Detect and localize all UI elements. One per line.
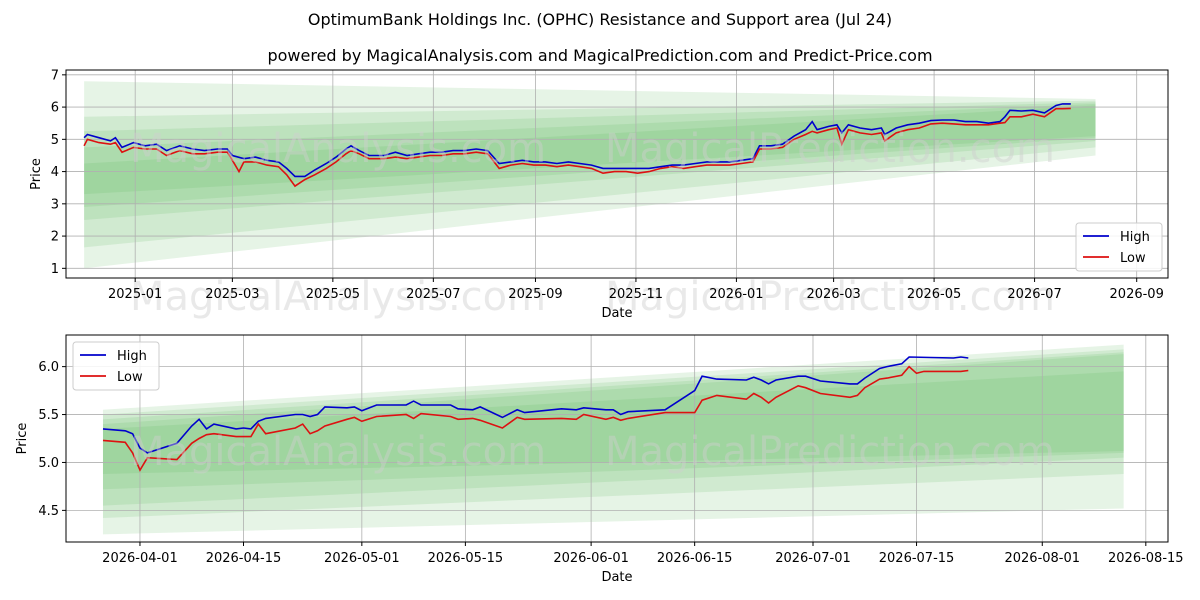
x-tick-label: 2026-08-01 [1004, 551, 1080, 566]
y-tick-label: 1 [51, 262, 59, 277]
y-axis-label: Price [15, 423, 30, 455]
y-tick-label: 6.0 [38, 360, 59, 375]
x-tick-label: 2025-07 [406, 287, 460, 302]
y-tick-label: 2 [51, 230, 59, 245]
x-tick-label: 2025-11 [609, 287, 663, 302]
panel-2: MagicalAnalysis.com MagicalPrediction.com… [15, 334, 1184, 585]
x-tick-label: 2026-04-01 [102, 551, 178, 566]
x-tick-label: 2026-07 [1007, 287, 1061, 302]
legend-label-low: Low [117, 370, 143, 385]
watermark-text: MagicalAnalysis.com [130, 429, 546, 475]
panel-1: MagicalAnalysis.com MagicalPrediction.com… [29, 68, 1169, 321]
y-tick-label: 7 [51, 68, 59, 83]
y-tick-label: 6 [51, 101, 59, 116]
legend-label-high: High [1120, 230, 1150, 245]
chart-canvas: MagicalAnalysis.com MagicalPrediction.com… [15, 68, 1184, 585]
x-tick-label: 2026-05-01 [324, 551, 400, 566]
x-tick-label: 2026-01 [709, 287, 763, 302]
x-axis-label: Date [601, 306, 632, 321]
y-tick-label: 4 [51, 165, 59, 180]
y-axis-label: Price [29, 158, 44, 190]
chart-figure: OptimumBank Holdings Inc. (OPHC) Resista… [0, 0, 1200, 600]
y-tick-label: 3 [51, 197, 59, 212]
legend: High Low [72, 341, 160, 391]
x-tick-label: 2026-06-01 [553, 551, 629, 566]
x-axis-label: Date [601, 570, 632, 585]
x-tick-label: 2025-01 [108, 287, 162, 302]
watermark-text: MagicalPrediction.com [605, 429, 1055, 475]
x-tick-label: 2025-09 [508, 287, 562, 302]
y-tick-label: 5 [51, 133, 59, 148]
band-group [84, 81, 1096, 269]
y-tick-label: 5.5 [38, 408, 59, 423]
x-tick-label: 2026-07-01 [775, 551, 851, 566]
legend-label-high: High [117, 349, 147, 364]
legend: High Low [1075, 222, 1163, 272]
y-tick-label: 4.5 [38, 504, 59, 519]
x-tick-label: 2025-05 [306, 287, 360, 302]
x-tick-label: 2026-09 [1110, 287, 1164, 302]
watermark-text: MagicalPrediction.com [605, 126, 1055, 172]
x-tick-label: 2026-04-15 [206, 551, 282, 566]
watermark-text: MagicalAnalysis.com [130, 126, 546, 172]
x-tick-label: 2026-07-15 [879, 551, 955, 566]
x-tick-label: 2026-06-15 [657, 551, 733, 566]
y-tick-label: 5.0 [38, 456, 59, 471]
x-tick-label: 2026-05 [907, 287, 961, 302]
legend-label-low: Low [1120, 251, 1146, 266]
x-tick-label: 2025-03 [205, 287, 259, 302]
x-tick-label: 2026-03 [806, 287, 860, 302]
x-tick-label: 2026-05-15 [428, 551, 504, 566]
x-tick-label: 2026-08-15 [1108, 551, 1184, 566]
